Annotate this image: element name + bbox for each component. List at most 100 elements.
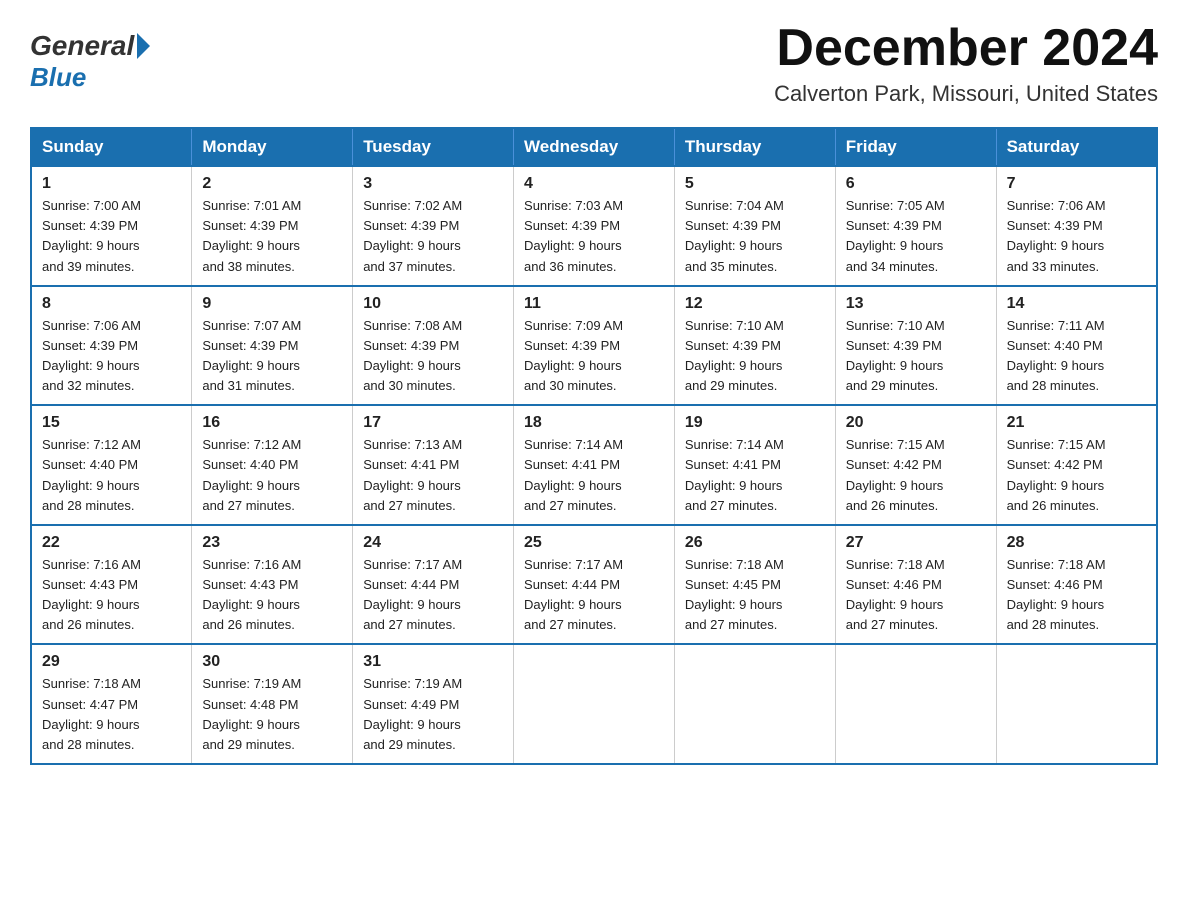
day-number: 18 [524,414,664,432]
page-header: General Blue December 2024 Calverton Par… [30,20,1158,107]
day-cell-7: 7 Sunrise: 7:06 AM Sunset: 4:39 PM Dayli… [996,166,1157,286]
day-info: Sunrise: 7:19 AM Sunset: 4:48 PM Dayligh… [202,674,342,755]
day-number: 10 [363,295,503,313]
day-number: 19 [685,414,825,432]
day-info: Sunrise: 7:06 AM Sunset: 4:39 PM Dayligh… [1007,196,1146,277]
empty-cell [674,644,835,764]
day-number: 8 [42,295,181,313]
day-number: 12 [685,295,825,313]
day-number: 24 [363,534,503,552]
day-info: Sunrise: 7:11 AM Sunset: 4:40 PM Dayligh… [1007,316,1146,397]
day-info: Sunrise: 7:15 AM Sunset: 4:42 PM Dayligh… [1007,435,1146,516]
day-info: Sunrise: 7:15 AM Sunset: 4:42 PM Dayligh… [846,435,986,516]
day-cell-25: 25 Sunrise: 7:17 AM Sunset: 4:44 PM Dayl… [514,525,675,645]
col-tuesday: Tuesday [353,128,514,166]
day-info: Sunrise: 7:18 AM Sunset: 4:45 PM Dayligh… [685,555,825,636]
day-info: Sunrise: 7:16 AM Sunset: 4:43 PM Dayligh… [42,555,181,636]
col-monday: Monday [192,128,353,166]
col-wednesday: Wednesday [514,128,675,166]
day-cell-27: 27 Sunrise: 7:18 AM Sunset: 4:46 PM Dayl… [835,525,996,645]
day-cell-2: 2 Sunrise: 7:01 AM Sunset: 4:39 PM Dayli… [192,166,353,286]
col-friday: Friday [835,128,996,166]
day-cell-3: 3 Sunrise: 7:02 AM Sunset: 4:39 PM Dayli… [353,166,514,286]
day-cell-30: 30 Sunrise: 7:19 AM Sunset: 4:48 PM Dayl… [192,644,353,764]
day-info: Sunrise: 7:14 AM Sunset: 4:41 PM Dayligh… [524,435,664,516]
day-number: 28 [1007,534,1146,552]
day-cell-19: 19 Sunrise: 7:14 AM Sunset: 4:41 PM Dayl… [674,405,835,525]
day-info: Sunrise: 7:17 AM Sunset: 4:44 PM Dayligh… [363,555,503,636]
day-number: 29 [42,653,181,671]
logo-blue-text: Blue [30,62,150,93]
day-number: 7 [1007,175,1146,193]
day-info: Sunrise: 7:18 AM Sunset: 4:46 PM Dayligh… [846,555,986,636]
day-cell-11: 11 Sunrise: 7:09 AM Sunset: 4:39 PM Dayl… [514,286,675,406]
col-saturday: Saturday [996,128,1157,166]
calendar-table: Sunday Monday Tuesday Wednesday Thursday… [30,127,1158,765]
day-number: 15 [42,414,181,432]
day-info: Sunrise: 7:08 AM Sunset: 4:39 PM Dayligh… [363,316,503,397]
day-info: Sunrise: 7:13 AM Sunset: 4:41 PM Dayligh… [363,435,503,516]
day-info: Sunrise: 7:10 AM Sunset: 4:39 PM Dayligh… [685,316,825,397]
col-sunday: Sunday [31,128,192,166]
day-cell-28: 28 Sunrise: 7:18 AM Sunset: 4:46 PM Dayl… [996,525,1157,645]
day-info: Sunrise: 7:14 AM Sunset: 4:41 PM Dayligh… [685,435,825,516]
day-cell-9: 9 Sunrise: 7:07 AM Sunset: 4:39 PM Dayli… [192,286,353,406]
day-number: 22 [42,534,181,552]
empty-cell [996,644,1157,764]
day-number: 31 [363,653,503,671]
day-cell-12: 12 Sunrise: 7:10 AM Sunset: 4:39 PM Dayl… [674,286,835,406]
day-cell-5: 5 Sunrise: 7:04 AM Sunset: 4:39 PM Dayli… [674,166,835,286]
col-thursday: Thursday [674,128,835,166]
day-cell-29: 29 Sunrise: 7:18 AM Sunset: 4:47 PM Dayl… [31,644,192,764]
day-number: 27 [846,534,986,552]
day-info: Sunrise: 7:12 AM Sunset: 4:40 PM Dayligh… [202,435,342,516]
day-number: 20 [846,414,986,432]
day-cell-20: 20 Sunrise: 7:15 AM Sunset: 4:42 PM Dayl… [835,405,996,525]
day-number: 5 [685,175,825,193]
calendar-week-row-5: 29 Sunrise: 7:18 AM Sunset: 4:47 PM Dayl… [31,644,1157,764]
day-info: Sunrise: 7:07 AM Sunset: 4:39 PM Dayligh… [202,316,342,397]
title-area: December 2024 Calverton Park, Missouri, … [774,20,1158,107]
day-info: Sunrise: 7:04 AM Sunset: 4:39 PM Dayligh… [685,196,825,277]
day-number: 30 [202,653,342,671]
day-number: 14 [1007,295,1146,313]
day-cell-10: 10 Sunrise: 7:08 AM Sunset: 4:39 PM Dayl… [353,286,514,406]
day-number: 2 [202,175,342,193]
day-cell-22: 22 Sunrise: 7:16 AM Sunset: 4:43 PM Dayl… [31,525,192,645]
day-number: 26 [685,534,825,552]
day-number: 1 [42,175,181,193]
calendar-week-row-2: 8 Sunrise: 7:06 AM Sunset: 4:39 PM Dayli… [31,286,1157,406]
calendar-week-row-3: 15 Sunrise: 7:12 AM Sunset: 4:40 PM Dayl… [31,405,1157,525]
logo: General Blue [30,30,150,93]
day-info: Sunrise: 7:19 AM Sunset: 4:49 PM Dayligh… [363,674,503,755]
day-info: Sunrise: 7:02 AM Sunset: 4:39 PM Dayligh… [363,196,503,277]
day-number: 25 [524,534,664,552]
day-cell-23: 23 Sunrise: 7:16 AM Sunset: 4:43 PM Dayl… [192,525,353,645]
day-info: Sunrise: 7:18 AM Sunset: 4:47 PM Dayligh… [42,674,181,755]
day-number: 11 [524,295,664,313]
day-number: 17 [363,414,503,432]
day-number: 6 [846,175,986,193]
day-info: Sunrise: 7:00 AM Sunset: 4:39 PM Dayligh… [42,196,181,277]
day-number: 16 [202,414,342,432]
day-cell-8: 8 Sunrise: 7:06 AM Sunset: 4:39 PM Dayli… [31,286,192,406]
day-cell-21: 21 Sunrise: 7:15 AM Sunset: 4:42 PM Dayl… [996,405,1157,525]
day-number: 9 [202,295,342,313]
calendar-week-row-4: 22 Sunrise: 7:16 AM Sunset: 4:43 PM Dayl… [31,525,1157,645]
day-number: 4 [524,175,664,193]
day-info: Sunrise: 7:12 AM Sunset: 4:40 PM Dayligh… [42,435,181,516]
month-title: December 2024 [774,20,1158,77]
day-cell-18: 18 Sunrise: 7:14 AM Sunset: 4:41 PM Dayl… [514,405,675,525]
day-info: Sunrise: 7:09 AM Sunset: 4:39 PM Dayligh… [524,316,664,397]
calendar-week-row-1: 1 Sunrise: 7:00 AM Sunset: 4:39 PM Dayli… [31,166,1157,286]
empty-cell [835,644,996,764]
day-info: Sunrise: 7:06 AM Sunset: 4:39 PM Dayligh… [42,316,181,397]
day-info: Sunrise: 7:01 AM Sunset: 4:39 PM Dayligh… [202,196,342,277]
day-cell-1: 1 Sunrise: 7:00 AM Sunset: 4:39 PM Dayli… [31,166,192,286]
day-number: 13 [846,295,986,313]
day-cell-15: 15 Sunrise: 7:12 AM Sunset: 4:40 PM Dayl… [31,405,192,525]
calendar-header-row: Sunday Monday Tuesday Wednesday Thursday… [31,128,1157,166]
day-cell-26: 26 Sunrise: 7:18 AM Sunset: 4:45 PM Dayl… [674,525,835,645]
day-cell-16: 16 Sunrise: 7:12 AM Sunset: 4:40 PM Dayl… [192,405,353,525]
day-number: 3 [363,175,503,193]
